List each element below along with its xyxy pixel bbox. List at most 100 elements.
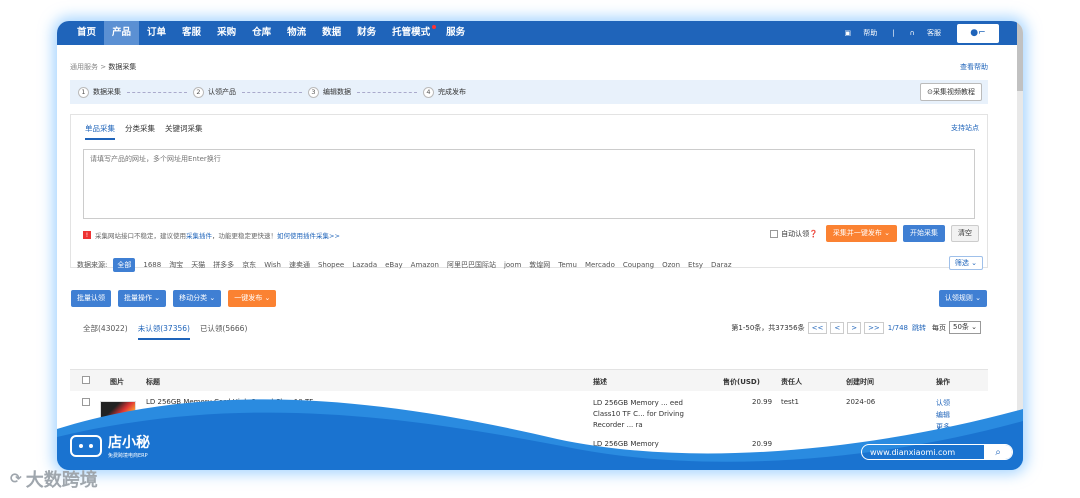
nav-home[interactable]: 首页 [69,21,104,45]
step-3: 3 编辑数据 [308,86,351,98]
filter-button[interactable]: 筛选 ⌄ [948,256,983,270]
source-item[interactable]: joom [504,261,521,269]
source-item[interactable]: 天猫 [191,260,205,270]
nav-finance[interactable]: 财务 [349,21,384,45]
one-click-publish-button[interactable]: 一键发布 ⌄ [228,290,277,307]
source-item[interactable]: Shopee [318,261,344,269]
breadcrumb: 通用服务 > 数据采集 [70,63,137,71]
brand-name-text: 店小秘 [108,435,150,451]
next-page-button[interactable]: > [847,321,862,334]
claim-rules-label: 认领规则 [944,294,973,302]
start-collect-button[interactable]: 开始采集 [903,225,945,242]
source-item[interactable]: 速卖通 [289,260,310,270]
service-link[interactable]: ∩ 客服 [900,28,951,38]
plugin-link[interactable]: 采集插件 [186,230,212,240]
source-item[interactable]: 阿里巴巴国际站 [447,260,496,270]
url-input[interactable] [83,149,975,219]
nav-data[interactable]: 数据 [314,21,349,45]
bulk-ops-button[interactable]: 批量操作 ⌄ [118,290,167,307]
watermark-text: 大数跨境 [25,470,98,491]
claim-rules-button[interactable]: 认领规则 ⌄ [938,290,987,307]
howto-link[interactable]: 如何使用插件采集>> [277,230,340,240]
video-tutorial-button[interactable]: ⊙采集视频教程 [920,83,982,101]
first-page-button[interactable]: << [807,321,828,334]
nav-product[interactable]: 产品 [104,21,140,45]
nav-logistics[interactable]: 物流 [279,21,314,45]
bulk-claim-button[interactable]: 批量认领 [71,290,111,307]
per-page-value: 50条 [952,323,969,331]
headset-icon: ∩ [909,29,917,37]
avatar[interactable]: ●⌐ [957,23,999,43]
page-indicator[interactable]: 1/748 [888,324,908,332]
nav-order[interactable]: 订单 [139,21,174,45]
breadcrumb-parent[interactable]: 通用服务 [70,63,98,71]
chevron-down-icon: ⌄ [884,229,890,237]
view-help-link[interactable]: 查看帮助 [960,62,988,72]
auto-claim-checkbox[interactable] [770,229,779,238]
scrollbar-thumb[interactable] [1017,21,1023,91]
step-number: 3 [308,86,319,98]
col-title: 标题 [146,378,160,386]
tab-all[interactable]: 全部(43022) [83,323,128,340]
source-item[interactable]: 淘宝 [169,260,183,270]
collect-publish-button[interactable]: 采集并一键发布 ⌄ [825,225,897,242]
step-1: 1 数据采集 [78,86,121,98]
source-item[interactable]: 敦煌网 [529,260,550,270]
source-item[interactable]: Wish [264,261,281,269]
step-number: 1 [78,86,89,98]
nav-hosting[interactable]: 托管模式 [384,21,438,45]
col-actions: 操作 [936,378,950,386]
watermark-icon: ⟳ [10,471,22,487]
question-icon: ❓ [809,229,818,238]
user-icon: ●⌐ [970,28,986,38]
per-page-select[interactable]: 50条 ⌄ [948,321,981,334]
table-header: 图片 标题 描述 售价(USD) 责任人 创建时间 操作 [70,369,988,391]
source-item[interactable]: Amazon [411,261,439,269]
help-link[interactable]: ▣ 帮助 [834,28,887,38]
top-navigation: 首页 产品 订单 客服 采购 仓库 物流 数据 财务 托管模式 服务 ▣ 帮助 … [57,21,1017,45]
source-item[interactable]: 拼多多 [213,260,234,270]
source-item[interactable]: 1688 [143,261,161,269]
book-icon: ▣ [844,29,854,37]
tab-keyword[interactable]: 关键词采集 [165,123,203,140]
source-item[interactable]: Mercado [585,261,615,269]
site-url-pill[interactable]: www.dianxiaomi.com ⌕ [861,444,1013,460]
step-label: 编辑数据 [323,88,351,96]
prev-page-button[interactable]: < [830,321,845,334]
source-item[interactable]: Etsy [688,261,703,269]
nav-service[interactable]: 服务 [438,21,473,45]
source-item[interactable]: Temu [558,261,577,269]
collect-publish-label: 采集并一键发布 [832,229,882,237]
tab-category[interactable]: 分类采集 [125,123,155,140]
nav-customer-service[interactable]: 客服 [174,21,209,45]
tab-single[interactable]: 单品采集 [85,123,115,140]
source-item[interactable]: Lazada [352,261,377,269]
source-all[interactable]: 全部 [113,258,136,272]
service-label: 客服 [927,29,941,37]
warning-message: ! 采集网站接口不稳定，建议使用 采集插件 ，功能更稳定更快速！ 如何使用插件采集>> [83,230,340,240]
last-page-button[interactable]: >> [864,321,884,334]
supported-sites-link[interactable]: 支持站点 [951,123,979,133]
source-item[interactable]: Daraz [711,261,732,269]
site-url: www.dianxiaomi.com [870,447,956,457]
breadcrumb-current: 数据采集 [108,63,137,71]
step-number: 2 [193,86,204,98]
step-label: 认领产品 [208,88,236,96]
nav-purchase[interactable]: 采购 [209,21,244,45]
tab-claimed[interactable]: 已认领(5666) [200,323,247,340]
nav-hosting-label: 托管模式 [392,27,431,38]
source-item[interactable]: 京东 [242,260,256,270]
warning-text: 采集网站接口不稳定，建议使用 [95,232,186,240]
search-icon[interactable]: ⌕ [984,445,1012,459]
move-category-button[interactable]: 移动分类 ⌄ [173,290,222,307]
jump-link[interactable]: 跳转 [912,323,926,333]
tab-unclaimed[interactable]: 未认领(37356) [137,323,190,340]
source-item[interactable]: Coupang [623,261,654,269]
clear-button[interactable]: 清空 [951,225,979,242]
nav-warehouse[interactable]: 仓库 [244,21,279,45]
source-item[interactable]: Ozon [662,261,680,269]
source-label: 数据来源: [77,261,108,269]
select-all-checkbox[interactable] [82,376,90,384]
source-item[interactable]: eBay [385,261,403,269]
collect-tabs: 单品采集 分类采集 关键词采集 [85,123,213,140]
